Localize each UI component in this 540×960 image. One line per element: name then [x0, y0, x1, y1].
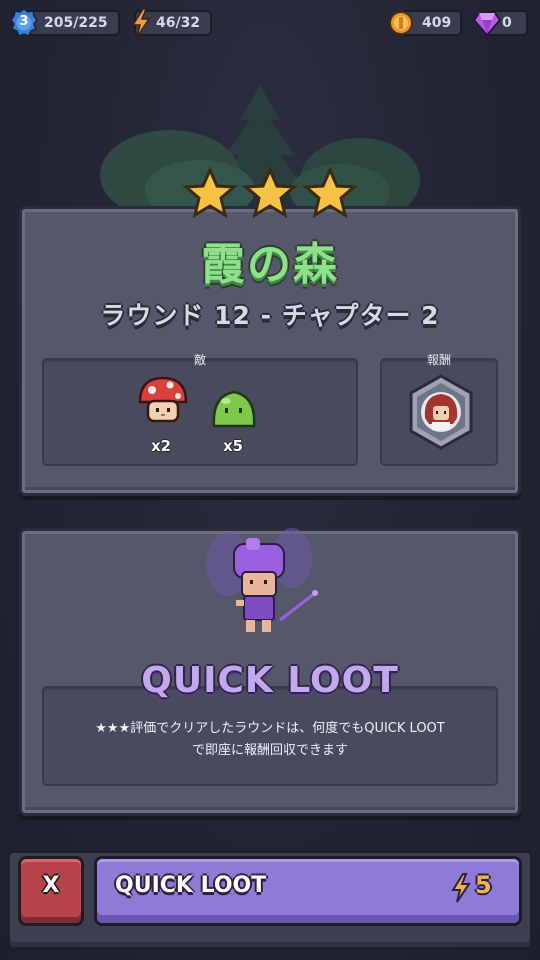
- rewards-label: 報酬: [426, 353, 451, 367]
- close-button[interactable]: X: [18, 856, 84, 926]
- energy-value: 46/32: [156, 15, 201, 31]
- level-badge[interactable]: 3: [10, 8, 38, 38]
- description-line: で即座に報酬回収できます: [191, 743, 348, 758]
- level-number: 3: [19, 14, 29, 29]
- close-label: X: [42, 873, 60, 898]
- lightning-icon: [131, 8, 151, 38]
- coin-icon: [389, 11, 413, 35]
- stage-title: 霞の森: [201, 239, 339, 290]
- resource-bar: 205/225 3 46/32 409 0: [0, 8, 540, 38]
- three-star-rating: [182, 166, 358, 219]
- lightning-icon: [451, 873, 471, 903]
- gem-icon: [472, 12, 502, 37]
- enemy-count: x2: [151, 437, 172, 455]
- xp-value: 205/225: [44, 15, 108, 31]
- fairy-character-icon: [206, 528, 318, 632]
- enemies-box: [42, 358, 358, 466]
- star-icon: [182, 166, 238, 219]
- quick-loot-description: ★★★評価でクリアしたラウンドは、何度でもQUICK LOOT で即座に報酬回収…: [50, 718, 490, 762]
- stage-subtitle: ラウンド 12 - チャプター 2: [100, 301, 440, 330]
- quick-loot-button-label: QUICK LOOT: [115, 873, 267, 898]
- star-icon: [242, 166, 298, 219]
- star-icon: [302, 166, 358, 219]
- coin-value: 409: [422, 15, 452, 31]
- description-line: ★★★評価でクリアしたラウンドは、何度でもQUICK LOOT: [95, 721, 445, 736]
- mushroom-enemy-icon: [138, 376, 188, 423]
- gem-value: 0: [502, 15, 512, 31]
- character-portrait-reward-icon[interactable]: [407, 374, 475, 450]
- energy-cost: 5: [475, 871, 492, 899]
- quick-loot-title: QUICK LOOT: [141, 660, 399, 701]
- quick-loot-button[interactable]: QUICK LOOT 5: [94, 856, 522, 926]
- slime-enemy-icon: [212, 390, 256, 428]
- enemy-count: x5: [223, 437, 244, 455]
- enemies-label: 敵: [193, 353, 206, 367]
